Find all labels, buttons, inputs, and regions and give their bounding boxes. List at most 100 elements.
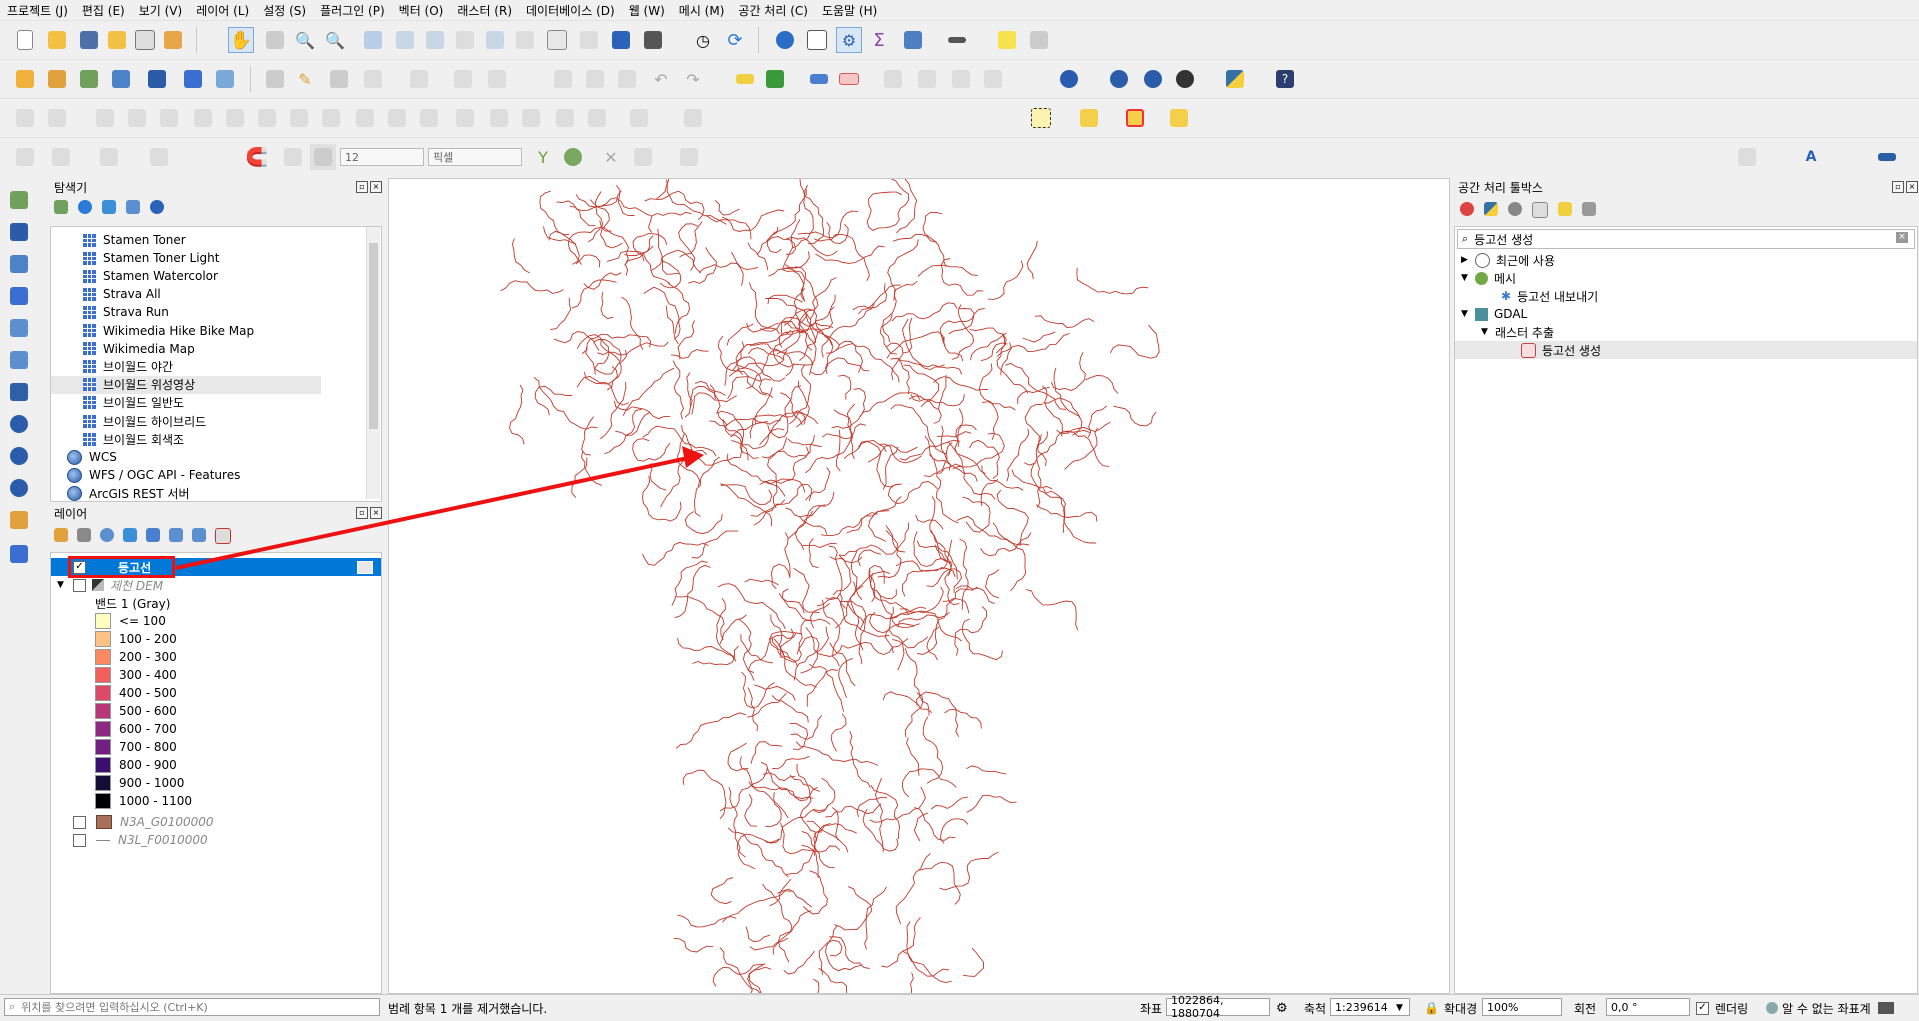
add-mesh-vtb-icon[interactable] — [4, 250, 34, 278]
filter-icon[interactable] — [102, 200, 116, 214]
virtual-layer-vtb-icon[interactable] — [4, 540, 34, 568]
delete-ring-icon[interactable] — [286, 105, 312, 131]
align-raster-icon[interactable] — [680, 105, 706, 131]
reshape-icon[interactable] — [352, 105, 378, 131]
merge-attributes-icon[interactable] — [584, 105, 610, 131]
add-spatialite-vtb-icon[interactable] — [4, 346, 34, 374]
locator-input[interactable]: ⌕ 위치를 찾으려면 입력하십시오 (Ctrl+K) — [4, 998, 380, 1016]
tracing-icon[interactable] — [676, 144, 702, 170]
show-hide-labels-icon[interactable] — [980, 66, 1006, 92]
collapse-all-icon[interactable] — [126, 200, 140, 214]
remove-layer-icon[interactable] — [215, 528, 231, 544]
add-delimited-icon[interactable] — [76, 66, 102, 92]
rotate-point-icon[interactable] — [626, 105, 652, 131]
render-toggle[interactable]: ✓ 렌더링 — [1696, 999, 1748, 1017]
menu-item[interactable]: 공간 처리 (C) — [731, 2, 815, 19]
new-layer-vtb-icon[interactable] — [4, 506, 34, 534]
pan-icon[interactable]: ✋ — [228, 27, 254, 53]
advanced-digitizing-icon[interactable] — [12, 105, 38, 131]
add-gpx-vtb-icon[interactable] — [4, 314, 34, 342]
zoom-full-icon[interactable] — [360, 27, 386, 53]
toolbox-search[interactable]: ⌕ 등고선 생성 × — [1457, 229, 1915, 249]
collapsed-arrow-icon[interactable]: ▶ — [1461, 255, 1475, 265]
add-vector-tiles-icon[interactable] — [108, 66, 134, 92]
browser-item[interactable]: 브이월드 하이브리드 — [83, 412, 206, 430]
browser-item[interactable]: Stamen Watercolor — [83, 267, 218, 285]
toggle-editing-icon[interactable]: ✎ — [292, 66, 318, 92]
open-styling-icon[interactable] — [54, 528, 68, 542]
snap-segments-icon[interactable] — [146, 144, 172, 170]
digitize-shape-icon[interactable] — [44, 105, 70, 131]
redo-icon[interactable]: ↷ — [680, 66, 706, 92]
edit-features-in-place-icon[interactable] — [1558, 202, 1572, 216]
properties-icon[interactable] — [150, 200, 164, 214]
add-wms-vtb-icon[interactable] — [4, 410, 34, 438]
undo-icon[interactable]: ↶ — [648, 66, 674, 92]
scripts-icon[interactable] — [1484, 202, 1498, 216]
delete-part-icon[interactable] — [318, 105, 344, 131]
snap-type-icon[interactable] — [48, 144, 74, 170]
filter-legend-icon[interactable] — [123, 528, 137, 542]
browser-item[interactable]: Strava Run — [83, 303, 169, 321]
cut-features-icon[interactable] — [550, 66, 576, 92]
paste-features-icon[interactable] — [614, 66, 640, 92]
simplify-icon[interactable] — [156, 105, 182, 131]
add-postgis-vtb-icon[interactable] — [4, 378, 34, 406]
browser-item[interactable]: Strava All — [83, 285, 161, 303]
snap-layers-icon[interactable] — [96, 144, 122, 170]
modify-attributes-icon[interactable] — [450, 66, 476, 92]
message-log-icon[interactable] — [1878, 999, 1894, 1017]
expanded-arrow-icon[interactable]: ▼ — [1481, 327, 1495, 337]
expand-arrow-icon[interactable]: ▼ — [57, 580, 67, 590]
temporal-controller-icon[interactable]: ◷ — [690, 27, 716, 53]
clear-search-icon[interactable]: × — [1896, 232, 1908, 243]
close-panel-icon[interactable]: × — [370, 181, 382, 193]
add-xyz-icon[interactable] — [180, 66, 206, 92]
pin-icon[interactable] — [1874, 144, 1900, 170]
snapping-config-icon[interactable] — [12, 144, 38, 170]
open-field-calc-icon[interactable] — [900, 27, 926, 53]
add-group-icon[interactable] — [77, 528, 91, 542]
zoom-selection-icon[interactable] — [392, 27, 418, 53]
add-raster-icon[interactable] — [144, 66, 170, 92]
add-raster-vtb-icon[interactable] — [4, 218, 34, 246]
menu-item[interactable]: 보기 (V) — [132, 2, 189, 19]
tree-contour-tool[interactable]: 등고선 생성 — [1455, 341, 1917, 359]
snap-toggle-icon[interactable]: 🧲 — [244, 144, 270, 170]
close-toolbox-icon[interactable]: × — [1906, 181, 1918, 193]
refresh-icon[interactable]: ⟳ — [722, 27, 748, 53]
measure-icon[interactable] — [944, 27, 970, 53]
select-by-value-icon[interactable] — [1076, 105, 1102, 131]
annotation-icon[interactable] — [1026, 27, 1052, 53]
tree-mesh[interactable]: ▼ 메시 — [1461, 269, 1516, 287]
collapse-all-layers-icon[interactable] — [192, 528, 206, 542]
add-spatialite-icon[interactable] — [212, 66, 238, 92]
save-edits-icon[interactable] — [326, 66, 352, 92]
diagram-icon[interactable] — [762, 66, 788, 92]
expand-all-icon[interactable] — [169, 528, 183, 542]
menu-item[interactable]: 데이터베이스 (D) — [519, 2, 622, 19]
filter-expression-icon[interactable] — [146, 528, 160, 542]
deselect-icon[interactable] — [1122, 105, 1148, 131]
results-viewer-icon[interactable] — [1532, 202, 1548, 218]
zoom-next-icon[interactable] — [512, 27, 538, 53]
snap-unit-select[interactable]: 픽셀 — [428, 148, 522, 166]
trim-extend-icon[interactable] — [452, 105, 478, 131]
merge-features-icon[interactable] — [552, 105, 578, 131]
data-source-manager-icon[interactable] — [12, 66, 38, 92]
zoom-native-icon[interactable] — [452, 27, 478, 53]
models-icon[interactable] — [1460, 202, 1474, 216]
menu-item[interactable]: 편집 (E) — [75, 2, 132, 19]
snap-intersection-icon[interactable] — [560, 144, 586, 170]
digitize-icon[interactable] — [360, 66, 386, 92]
fill-ring-icon[interactable] — [254, 105, 280, 131]
map-tips-icon[interactable] — [994, 27, 1020, 53]
browser-item[interactable]: 브이월드 위성영상 — [51, 375, 321, 394]
add-part-icon[interactable] — [222, 105, 248, 131]
manage-themes-icon[interactable] — [100, 528, 114, 542]
zoom-layer-icon[interactable] — [422, 27, 448, 53]
highlight-labels-icon[interactable] — [836, 66, 862, 92]
menu-item[interactable]: 래스터 (R) — [450, 2, 519, 19]
menu-item[interactable]: 도움말 (H) — [815, 2, 884, 19]
browser-item[interactable]: 브이월드 야간 — [83, 358, 173, 376]
